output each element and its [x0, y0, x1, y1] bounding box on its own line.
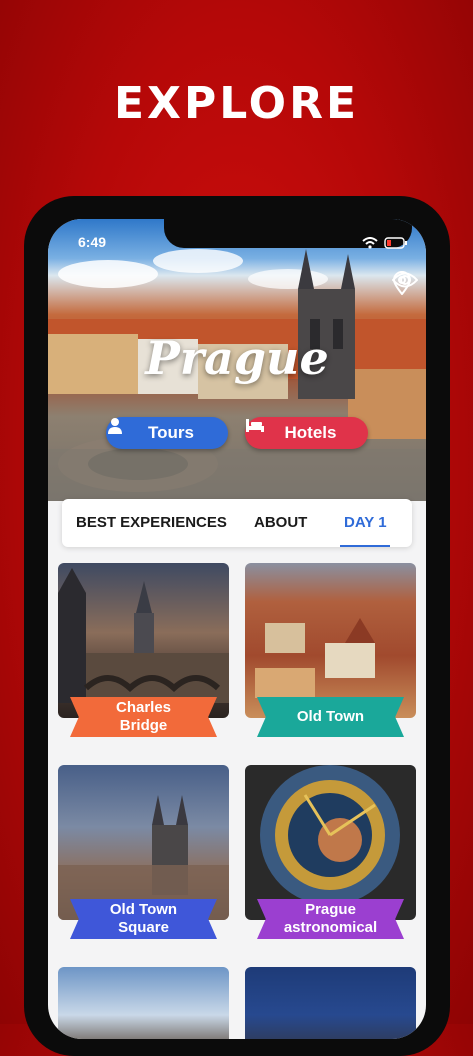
- attraction-card-partial-right[interactable]: [245, 967, 416, 1039]
- status-time: 6:49: [78, 234, 107, 250]
- card-title-line2: Bridge: [119, 717, 168, 734]
- card-title-line2: astronomical: [283, 919, 378, 936]
- tab-best-experiences[interactable]: BEST EXPERIENCES: [76, 514, 227, 531]
- hero-banner: Prague Tours Hotels: [48, 219, 426, 501]
- card-ribbon-prague-astronomical: Prague astronomical: [257, 899, 404, 939]
- battery-icon: [384, 234, 408, 253]
- card-title-line1: Old Town: [109, 901, 178, 918]
- card-title-line1: Old Town: [296, 708, 365, 725]
- card-image: [260, 765, 400, 905]
- card-title-line1: Charles: [115, 699, 172, 716]
- card-ribbon-old-town-square: Old Town Square: [70, 899, 217, 939]
- tours-label: Tours: [148, 423, 194, 442]
- app-screen: 6:49 Prague Tours Hotels BEST EXPERIENCE…: [48, 219, 426, 1039]
- card-image: [58, 568, 229, 703]
- attraction-card-prague-astronomical[interactable]: [245, 765, 416, 920]
- card-title-line2: Square: [118, 919, 169, 936]
- status-icons: [362, 234, 408, 253]
- attraction-card-charles-bridge[interactable]: [58, 563, 229, 718]
- hotels-button[interactable]: Hotels: [245, 417, 368, 449]
- wifi-icon: [362, 234, 378, 253]
- attraction-card-old-town-square[interactable]: [58, 765, 229, 920]
- hotels-label: Hotels: [284, 423, 337, 442]
- card-title-line1: Prague: [305, 901, 356, 918]
- tours-button[interactable]: Tours: [106, 417, 228, 449]
- page-headline: EXPLORE: [113, 78, 360, 129]
- attraction-card-partial-left[interactable]: [58, 967, 229, 1039]
- active-tab-indicator: [340, 545, 390, 547]
- card-ribbon-old-town: Old Town: [257, 697, 404, 737]
- tab-day-1[interactable]: DAY 1: [344, 514, 387, 531]
- attraction-card-old-town[interactable]: [245, 563, 416, 718]
- section-tabs: BEST EXPERIENCES ABOUT DAY 1: [62, 499, 412, 547]
- tab-about[interactable]: ABOUT: [254, 514, 307, 531]
- card-image: [255, 618, 375, 698]
- card-image: [58, 795, 229, 920]
- card-ribbon-charles-bridge: Charles Bridge: [70, 697, 217, 737]
- city-title: Prague: [145, 331, 329, 385]
